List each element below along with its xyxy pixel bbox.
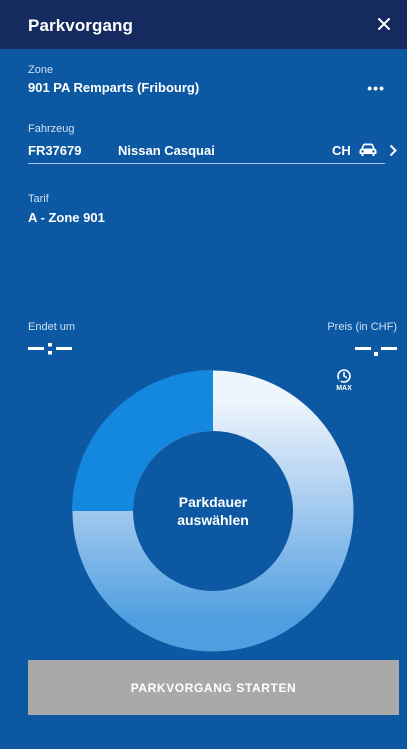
vehicle-plate: FR37679 <box>28 143 82 158</box>
dial-center <box>133 431 293 591</box>
more-options-icon[interactable]: ••• <box>367 80 385 96</box>
vehicle-label: Fahrzeug <box>28 123 75 135</box>
header-bar: Parkvorgang <box>0 0 407 49</box>
end-time-label: Endet um <box>28 321 76 333</box>
vehicle-country: CH <box>332 143 351 158</box>
tariff-label: Tarif <box>28 193 49 205</box>
tariff-value: A - Zone 901 <box>28 210 105 225</box>
vehicle-model: Nissan Casquai <box>118 143 215 158</box>
chevron-right-icon <box>389 144 397 157</box>
vehicle-divider <box>28 163 385 164</box>
start-parking-button[interactable]: PARKVORGANG STARTEN <box>28 660 399 715</box>
price-label: Preis (in CHF) <box>327 321 397 333</box>
end-time-placeholder <box>28 343 72 355</box>
zone-label: Zone <box>28 64 54 76</box>
vehicle-selector[interactable]: FR37679 Nissan Casquai CH <box>28 143 397 163</box>
car-icon <box>359 143 377 156</box>
zone-value: 901 PA Remparts (Fribourg) <box>28 80 200 95</box>
price-placeholder <box>355 347 397 356</box>
duration-dial[interactable] <box>72 370 354 652</box>
close-icon[interactable] <box>373 13 395 35</box>
page-title: Parkvorgang <box>28 16 134 35</box>
